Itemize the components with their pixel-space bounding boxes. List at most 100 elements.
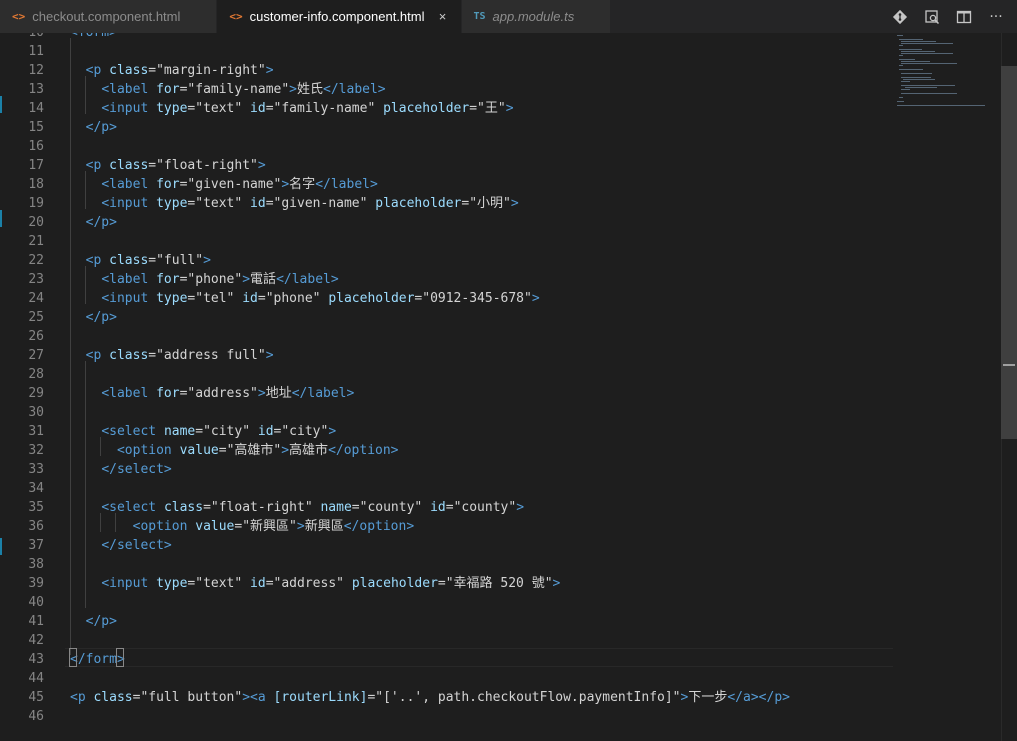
- code-line[interactable]: 41 </p>: [0, 612, 893, 631]
- code-line[interactable]: 22 <p class="full">: [0, 251, 893, 270]
- code-token: "family-name": [187, 82, 290, 97]
- code-line[interactable]: 28: [0, 365, 893, 384]
- code-token: 姓氏: [297, 82, 324, 97]
- code-token: "given-name": [187, 177, 282, 192]
- code-token: </label>: [291, 386, 355, 401]
- code-line[interactable]: 34: [0, 479, 893, 498]
- code-line[interactable]: 37 </select>: [0, 536, 893, 555]
- code-token: </label>: [315, 177, 378, 192]
- tab-app-module-ts[interactable]: TS app.module.ts: [461, 0, 612, 33]
- code-line[interactable]: 26: [0, 327, 893, 346]
- code-line[interactable]: 39 <input type="text" id="address" place…: [0, 574, 893, 593]
- code-line[interactable]: 20 </p>: [0, 213, 893, 232]
- code-token: id: [257, 424, 274, 439]
- code-token: <p: [70, 690, 94, 705]
- code-token: <a: [250, 690, 274, 705]
- code-text: <p class="full">: [70, 251, 211, 270]
- code-text: <select class="float-right" name="county…: [70, 498, 524, 517]
- code-token: for: [156, 177, 180, 192]
- line-number: 44: [28, 671, 44, 686]
- line-number: 16: [28, 139, 44, 154]
- code-token: value: [195, 519, 235, 534]
- line-number: 29: [28, 386, 44, 401]
- code-line[interactable]: 14 <input type="text" id="family-name" p…: [0, 99, 893, 118]
- code-line[interactable]: 12 <p class="margin-right">: [0, 61, 893, 80]
- line-number: 18: [28, 177, 44, 192]
- code-token: type: [156, 101, 188, 116]
- code-line[interactable]: 25 </p>: [0, 308, 893, 327]
- code-line[interactable]: 11: [0, 42, 893, 61]
- minimap-line: [899, 39, 923, 40]
- code-token: class: [109, 348, 149, 363]
- code-token: <input: [101, 101, 157, 116]
- code-line[interactable]: 15 </p>: [0, 118, 893, 137]
- code-token: =: [195, 424, 204, 439]
- code-line[interactable]: 43 </form>: [0, 650, 893, 669]
- code-line[interactable]: 31 <select name="city" id="city">: [0, 422, 893, 441]
- code-line[interactable]: 17 <p class="float-right">: [0, 156, 893, 175]
- tab-customer-info-component-html[interactable]: <> customer-info.component.html ×: [217, 0, 462, 33]
- close-icon[interactable]: ×: [435, 9, 451, 24]
- split-editor-icon[interactable]: [955, 8, 973, 26]
- open-preview-icon[interactable]: [923, 8, 941, 26]
- line-number: 27: [28, 348, 44, 363]
- html-file-icon: <>: [12, 10, 26, 23]
- code-token: "0912-345-678": [422, 291, 532, 306]
- code-line[interactable]: 18 <label for="given-name">名字</label>: [0, 175, 893, 194]
- code-line[interactable]: 30: [0, 403, 893, 422]
- code-line[interactable]: 45 <p class="full button"><a [routerLink]…: [0, 688, 893, 707]
- line-number: 33: [28, 462, 44, 477]
- code-line[interactable]: 44: [0, 669, 893, 688]
- code-text: <form>: [70, 33, 117, 42]
- code-token: >: [257, 158, 266, 173]
- code-line[interactable]: 10 <form>: [0, 33, 893, 42]
- code-token: class: [109, 63, 149, 78]
- minimap-line: [901, 85, 955, 86]
- line-number: 23: [28, 272, 44, 287]
- code-line[interactable]: 13 <label for="family-name">姓氏</label>: [0, 80, 893, 99]
- vertical-scrollbar-thumb[interactable]: [1001, 66, 1017, 439]
- code-line[interactable]: 42: [0, 631, 893, 650]
- code-token: "given-name": [273, 196, 368, 211]
- code-token: "幸福路 520 號": [445, 576, 553, 591]
- code-token: "text": [195, 196, 243, 211]
- more-actions-icon[interactable]: ···: [987, 8, 1005, 26]
- code-line[interactable]: 21: [0, 232, 893, 251]
- tab-checkout-component-html[interactable]: <> checkout.component.html: [0, 0, 218, 33]
- code-editor[interactable]: 10<form>1112 <p class="margin-right">13 …: [0, 33, 1017, 741]
- code-token: </p>: [85, 614, 117, 629]
- minimap-line: [899, 65, 903, 66]
- code-token: "address": [273, 576, 344, 591]
- code-line[interactable]: 38: [0, 555, 893, 574]
- code-line[interactable]: 16: [0, 137, 893, 156]
- code-line[interactable]: 35 <select class="float-right" name="cou…: [0, 498, 893, 517]
- minimap-line: [901, 81, 910, 82]
- minimap[interactable]: [893, 33, 1001, 741]
- code-line[interactable]: 24 <input type="tel" id="phone" placehol…: [0, 289, 893, 308]
- code-token: <form>: [70, 33, 117, 40]
- code-token: id: [250, 101, 266, 116]
- code-line[interactable]: 33 </select>: [0, 460, 893, 479]
- code-line[interactable]: 32 <option value="高雄市">高雄市</option>: [0, 441, 893, 460]
- code-line[interactable]: 36 <option value="新興區">新興區</option>: [0, 517, 893, 536]
- code-line[interactable]: 19 <input type="text" id="given-name" pl…: [0, 194, 893, 213]
- bracket-match-highlight: [69, 648, 77, 667]
- code-line[interactable]: 46: [0, 707, 893, 726]
- code-token: <label: [101, 82, 157, 97]
- code-line[interactable]: 27 <p class="address full">: [0, 346, 893, 365]
- code-line[interactable]: 29 <label for="address">地址</label>: [0, 384, 893, 403]
- code-line[interactable]: 40: [0, 593, 893, 612]
- code-token: >: [281, 443, 290, 458]
- line-number: 30: [28, 405, 44, 420]
- code-line[interactable]: 23 <label for="phone">電話</label>: [0, 270, 893, 289]
- git-compare-icon[interactable]: [891, 8, 909, 26]
